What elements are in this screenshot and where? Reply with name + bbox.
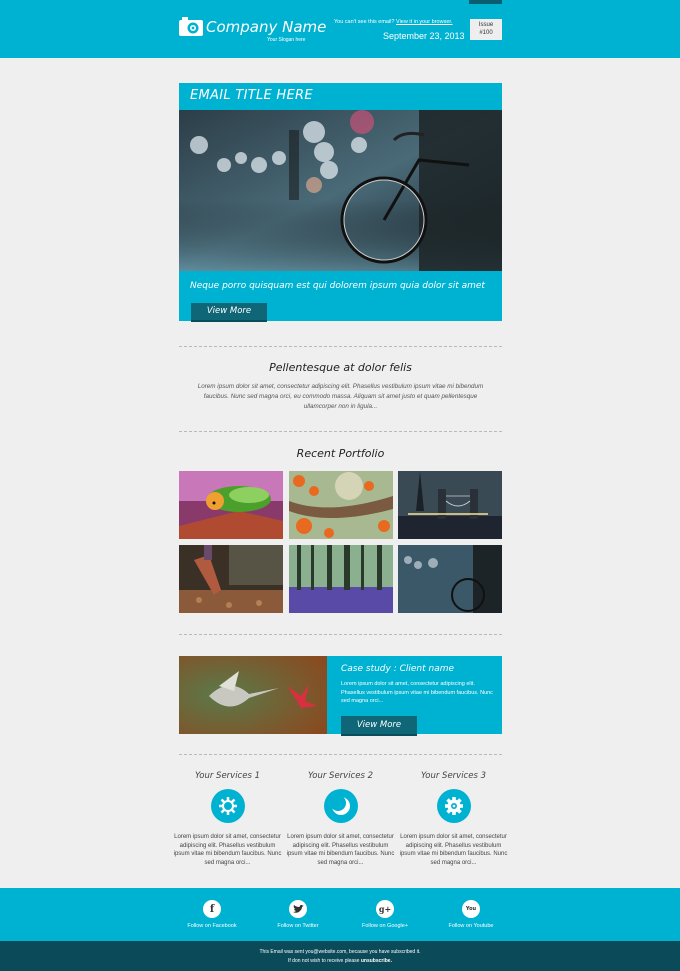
- hero-image[interactable]: [179, 110, 502, 271]
- facebook-link[interactable]: f Follow on Facebook: [172, 900, 252, 929]
- portfolio-item[interactable]: [179, 471, 283, 539]
- sun-gear-icon: [210, 789, 245, 823]
- header-bar: [0, 0, 680, 58]
- case-study-title: Case study : Client name: [341, 664, 455, 674]
- issue-number: #100: [479, 30, 493, 36]
- service-title: Your Services 2: [308, 771, 373, 781]
- tower-bridge-photo: [398, 471, 502, 539]
- case-study-text: Lorem ipsum dolor sit amet, consectetur …: [341, 681, 493, 704]
- unsubscribe-prefix: If don not wish to receive please: [288, 958, 360, 964]
- service-item: Your Services 2 Lorem ipsum dolor sit am…: [284, 771, 397, 868]
- caterpillar-photo: [179, 471, 283, 539]
- unsubscribe-link[interactable]: unsubscribe.: [361, 958, 392, 964]
- service-text: Lorem ipsum dolor sit amet, consectetur …: [173, 834, 282, 867]
- portfolio-item[interactable]: [289, 545, 393, 613]
- unsubscribe-notice: If don not wish to receive please unsubs…: [0, 957, 680, 966]
- facebook-icon: f: [203, 900, 221, 918]
- divider: [179, 346, 502, 347]
- divider: [179, 754, 502, 755]
- autumn-branch-photo: [289, 471, 393, 539]
- email-title: EMAIL TITLE HERE: [190, 88, 313, 103]
- slogan: Your Slogan here: [267, 37, 306, 43]
- running-shoe-photo: [179, 545, 283, 613]
- moon-icon: [323, 789, 358, 823]
- service-item: Your Services 3 Lorem ipsum dolor sit am…: [397, 771, 510, 868]
- social-footer: f Follow on Facebook Follow on Twitter g…: [0, 888, 680, 941]
- social-label: Follow on Twitter: [277, 923, 319, 929]
- portfolio-item[interactable]: [398, 545, 502, 613]
- social-label: Follow on Facebook: [187, 923, 237, 929]
- intro-text: Lorem ipsum dolor sit amet, consectetur …: [197, 383, 484, 410]
- cant-see-notice: You can't see this email? View it in you…: [334, 19, 452, 25]
- portfolio-item[interactable]: [289, 471, 393, 539]
- issue-date: September 23, 2013: [383, 31, 465, 41]
- service-item: Your Services 1 Lorem ipsum dolor sit am…: [171, 771, 284, 868]
- social-label: Follow on Youtube: [448, 923, 494, 929]
- hero-caption: Neque porro quisquam est qui dolorem ips…: [190, 281, 485, 291]
- twitter-icon: [289, 900, 307, 918]
- social-label: Follow on Google+: [361, 923, 408, 929]
- case-study-view-more-button[interactable]: View More: [341, 716, 417, 736]
- bluebell-forest-photo: [289, 545, 393, 613]
- header-tab: [469, 0, 502, 4]
- issue-badge: Issue #100: [470, 19, 502, 40]
- divider: [179, 431, 502, 432]
- portfolio-item[interactable]: [179, 545, 283, 613]
- cant-see-text: You can't see this email?: [334, 19, 395, 25]
- camera-icon: [179, 17, 203, 36]
- service-title: Your Services 3: [421, 771, 486, 781]
- youtube-link[interactable]: You Follow on Youtube: [431, 900, 511, 929]
- legal-footer: This Email was sent you@website.com, bec…: [0, 941, 680, 971]
- intro-title: Pellentesque at dolor felis: [269, 361, 412, 374]
- bicycle-street-photo: [398, 545, 502, 613]
- divider: [179, 634, 502, 635]
- view-in-browser-link[interactable]: View it in your browser.: [396, 19, 452, 25]
- youtube-icon: You: [462, 900, 480, 918]
- bicycle-bokeh-photo: [179, 110, 502, 271]
- hero-section: EMAIL TITLE HERE Neque porro quisquam es…: [179, 83, 502, 322]
- company-name: Company Name: [206, 18, 327, 36]
- portfolio-item[interactable]: [398, 471, 502, 539]
- gear-icon: [436, 789, 471, 823]
- google-plus-icon: g+: [376, 900, 394, 918]
- hummingbird-flower-photo: [179, 656, 327, 734]
- service-text: Lorem ipsum dolor sit amet, consectetur …: [286, 834, 395, 867]
- case-study-image[interactable]: [179, 656, 327, 734]
- portfolio-title: Recent Portfolio: [296, 447, 385, 460]
- subscription-notice: This Email was sent you@website.com, bec…: [259, 949, 421, 955]
- case-study-section: Case study : Client name Lorem ipsum dol…: [179, 656, 502, 736]
- service-text: Lorem ipsum dolor sit amet, consectetur …: [399, 834, 508, 867]
- view-more-button[interactable]: View More: [191, 303, 267, 322]
- twitter-link[interactable]: Follow on Twitter: [258, 900, 338, 929]
- google-plus-link[interactable]: g+ Follow on Google+: [345, 900, 425, 929]
- service-title: Your Services 1: [195, 771, 260, 781]
- issue-label: Issue: [478, 22, 494, 28]
